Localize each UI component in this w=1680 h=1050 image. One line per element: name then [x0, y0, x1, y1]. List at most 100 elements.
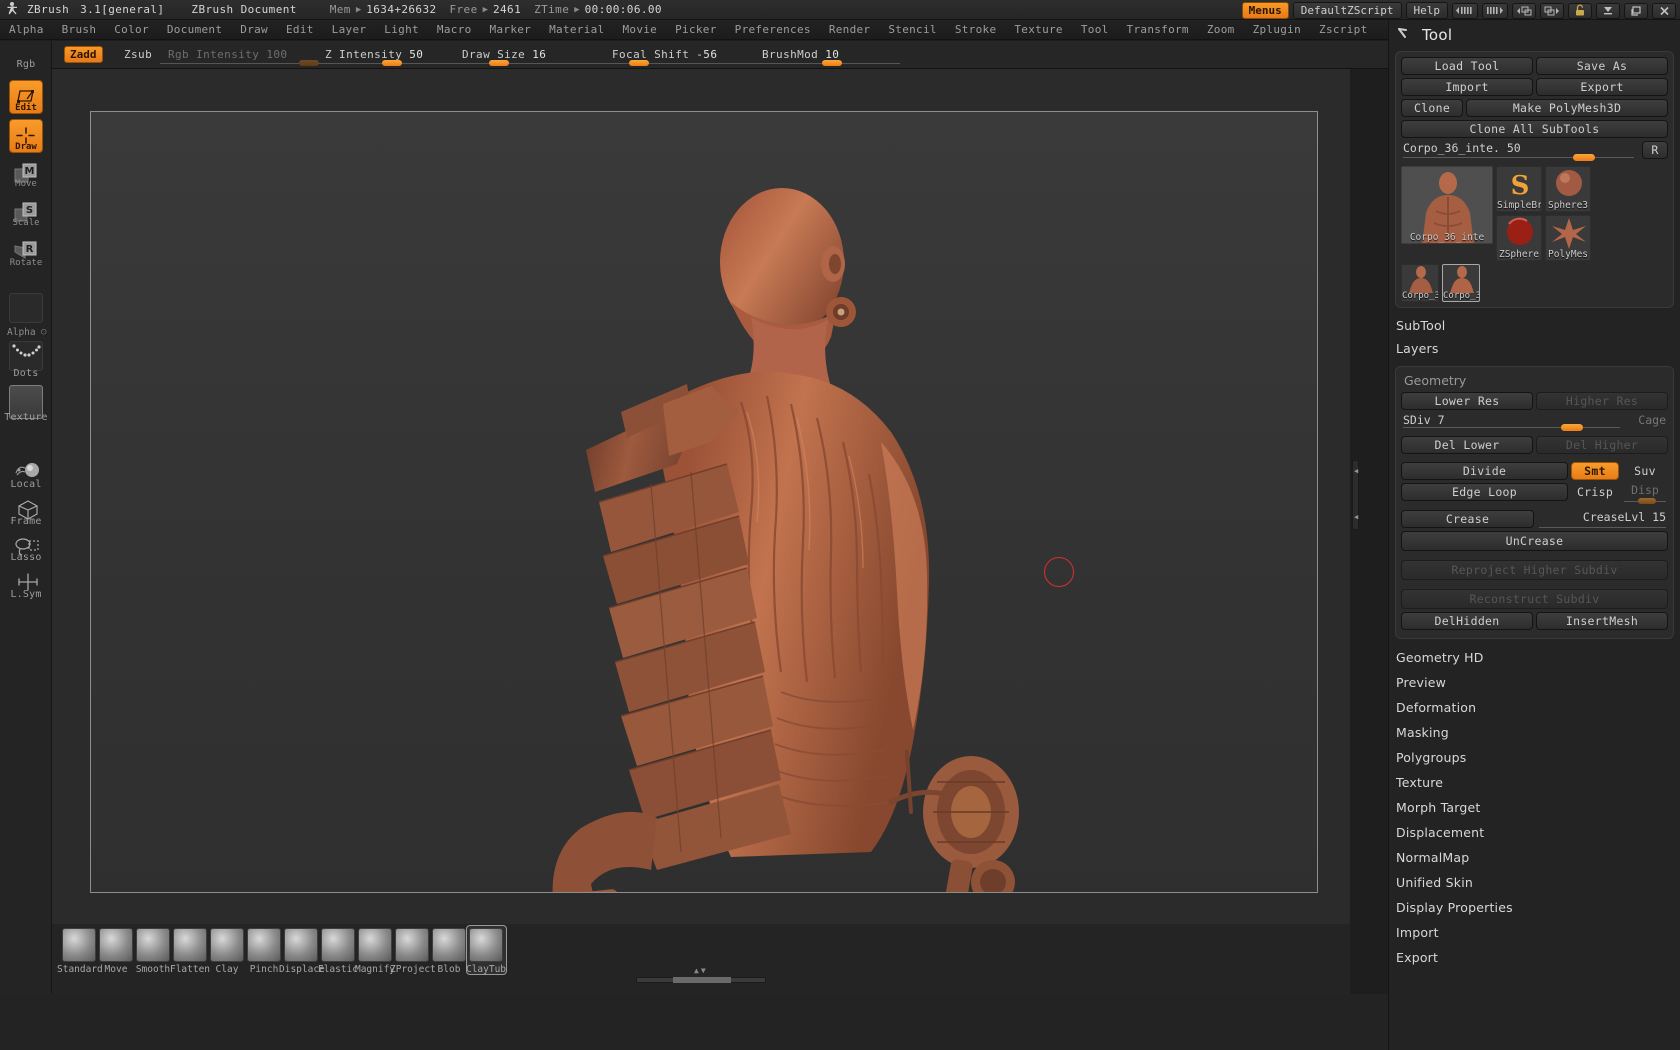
focal-shift-slider-track[interactable]	[600, 63, 752, 64]
menu-item-stroke[interactable]: Stroke	[946, 20, 1006, 39]
scroll-right-icon[interactable]	[1482, 2, 1508, 19]
rgb-intensity-slider-track[interactable]	[160, 63, 322, 64]
section-layers[interactable]: Layers	[1389, 337, 1680, 360]
recent-tool-b[interactable]: Corpo_3	[1442, 264, 1480, 302]
brush-flatten-button[interactable]	[173, 928, 207, 962]
brush-blob-button[interactable]	[432, 928, 466, 962]
creaselvl-track[interactable]	[1539, 527, 1666, 528]
horizontal-scrollbar[interactable]	[636, 977, 766, 983]
menu-item-zplugin[interactable]: Zplugin	[1244, 20, 1310, 39]
tool-section-normalmap[interactable]: NormalMap	[1389, 845, 1680, 870]
alpha-swatch[interactable]	[9, 293, 43, 323]
zsub-button[interactable]: Zsub	[124, 48, 152, 61]
smt-toggle[interactable]: Smt	[1571, 462, 1619, 480]
menu-item-draw[interactable]: Draw	[231, 20, 277, 39]
tool-item-slider-knob[interactable]	[1572, 154, 1595, 161]
tool-section-displacement[interactable]: Displacement	[1389, 820, 1680, 845]
brush-clay-button[interactable]	[210, 928, 244, 962]
rgb-intensity-slider-knob[interactable]	[299, 60, 320, 66]
tool-section-geometry-hd[interactable]: Geometry HD	[1389, 645, 1680, 670]
help-button[interactable]: Help	[1405, 2, 1448, 19]
import-button[interactable]: Import	[1401, 78, 1533, 96]
disp-knob[interactable]	[1638, 498, 1656, 504]
sdiv-track[interactable]	[1403, 427, 1620, 428]
menu-item-marker[interactable]: Marker	[481, 20, 541, 39]
del-hidden-button[interactable]: DelHidden	[1401, 612, 1533, 630]
brush-standard-button[interactable]	[62, 928, 96, 962]
zadd-button[interactable]: Zadd	[64, 46, 103, 63]
insert-mesh-button[interactable]: InsertMesh	[1536, 612, 1668, 630]
menu-item-light[interactable]: Light	[375, 20, 428, 39]
sculpt-model[interactable]	[91, 112, 1318, 893]
sdiv-slider[interactable]: SDiv 7 Cage	[1401, 413, 1668, 432]
stroke-swatch[interactable]	[9, 341, 43, 371]
menu-item-document[interactable]: Document	[158, 20, 231, 39]
brushmod-slider-knob[interactable]	[822, 60, 843, 66]
selected-tool-thumbnail[interactable]: Corpo_36_inte	[1401, 166, 1493, 244]
tool-section-unified-skin[interactable]: Unified Skin	[1389, 870, 1680, 895]
draw-size-slider-knob[interactable]	[488, 60, 509, 66]
focal-shift-slider-knob[interactable]	[629, 60, 650, 66]
lock-icon[interactable]	[1568, 2, 1592, 19]
tool-section-import[interactable]: Import	[1389, 920, 1680, 945]
export-button[interactable]: Export	[1536, 78, 1668, 96]
menu-item-layer[interactable]: Layer	[323, 20, 376, 39]
menu-item-zscript[interactable]: Zscript	[1310, 20, 1376, 39]
prev-window-icon[interactable]	[1512, 2, 1536, 19]
canvas-resize-handle[interactable]: ◀ ◀	[1352, 460, 1359, 530]
tool-section-polygroups[interactable]: Polygroups	[1389, 745, 1680, 770]
tool-section-morph-target[interactable]: Morph Target	[1389, 795, 1680, 820]
z-intensity-slider-knob[interactable]	[382, 60, 402, 66]
close-icon[interactable]	[1652, 2, 1676, 19]
brush-displace-button[interactable]	[284, 928, 318, 962]
menu-item-preferences[interactable]: Preferences	[726, 20, 820, 39]
tool-section-export[interactable]: Export	[1389, 945, 1680, 970]
crease-button[interactable]: Crease	[1401, 510, 1534, 528]
clone-all-subtools-button[interactable]: Clone All SubTools	[1401, 120, 1668, 138]
disp-label[interactable]: Disp	[1622, 483, 1668, 497]
load-tool-button[interactable]: Load Tool	[1401, 57, 1533, 75]
tool-thumb-sphere3d[interactable]: Sphere3	[1545, 166, 1591, 212]
menu-item-render[interactable]: Render	[820, 20, 880, 39]
menu-item-movie[interactable]: Movie	[613, 20, 666, 39]
suv-toggle[interactable]: Suv	[1622, 462, 1668, 480]
menu-item-stencil[interactable]: Stencil	[879, 20, 945, 39]
crisp-toggle[interactable]: Crisp	[1571, 483, 1619, 501]
edge-loop-button[interactable]: Edge Loop	[1401, 483, 1568, 501]
document-viewport[interactable]	[90, 111, 1318, 893]
menu-item-zoom[interactable]: Zoom	[1198, 20, 1244, 39]
zscript-button[interactable]: DefaultZScript	[1292, 2, 1402, 19]
tool-thumb-zsphere[interactable]: ZSphere	[1496, 215, 1542, 261]
scroll-left-icon[interactable]	[1452, 2, 1478, 19]
next-window-icon[interactable]	[1540, 2, 1564, 19]
brush-magnify-button[interactable]	[358, 928, 392, 962]
tool-item-slider[interactable]: Corpo_36_inte. 50 R	[1401, 141, 1668, 162]
menu-item-material[interactable]: Material	[540, 20, 613, 39]
menu-item-color[interactable]: Color	[105, 20, 158, 39]
tool-thumb-simplebrush[interactable]: S SimpleBr	[1496, 166, 1542, 212]
menu-item-alpha[interactable]: Alpha	[0, 20, 53, 39]
tool-section-preview[interactable]: Preview	[1389, 670, 1680, 695]
menus-button[interactable]: Menus	[1241, 2, 1289, 19]
scrollbar-thumb[interactable]	[673, 977, 731, 983]
tool-item-reset-button[interactable]: R	[1642, 141, 1668, 159]
lower-res-button[interactable]: Lower Res	[1401, 392, 1533, 410]
menu-item-brush[interactable]: Brush	[53, 20, 106, 39]
brush-smooth-button[interactable]	[136, 928, 170, 962]
restore-icon[interactable]	[1624, 2, 1648, 19]
tool-thumb-polymesh3d[interactable]: PolyMes	[1545, 215, 1591, 261]
tool-section-masking[interactable]: Masking	[1389, 720, 1680, 745]
brush-claytubes-button[interactable]	[469, 928, 503, 962]
make-polymesh3d-button[interactable]: Make PolyMesh3D	[1466, 99, 1668, 117]
brush-elastic-button[interactable]	[321, 928, 355, 962]
menu-item-macro[interactable]: Macro	[428, 20, 481, 39]
scroll-arrows-icon[interactable]: ▲▼	[694, 966, 708, 975]
brush-zproject-button[interactable]	[395, 928, 429, 962]
divide-button[interactable]: Divide	[1401, 462, 1568, 480]
menu-item-tool[interactable]: Tool	[1072, 20, 1118, 39]
draw-size-slider-track[interactable]	[452, 63, 604, 64]
menu-item-texture[interactable]: Texture	[1005, 20, 1071, 39]
menu-item-edit[interactable]: Edit	[277, 20, 323, 39]
del-lower-button[interactable]: Del Lower	[1401, 436, 1533, 454]
recent-tool-a[interactable]: Corpo_3	[1401, 264, 1439, 302]
